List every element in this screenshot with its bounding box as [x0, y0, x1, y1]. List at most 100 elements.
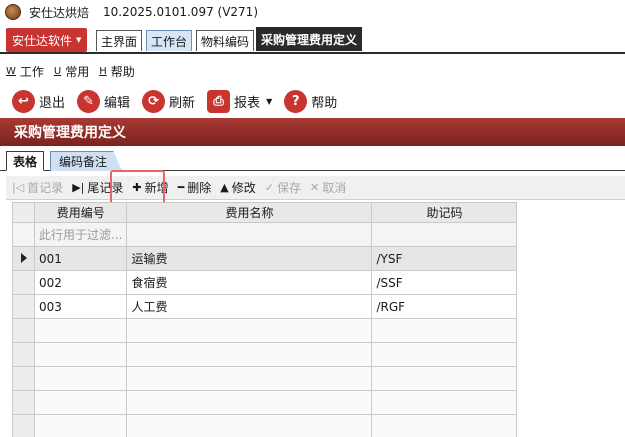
menu-label: 帮助 [110, 64, 135, 79]
empty-cell [126, 342, 373, 367]
app-menu-label: 安仕达软件 [12, 33, 73, 48]
cell-mnemonic[interactable]: /YSF [371, 246, 518, 271]
help-label: 帮助 [311, 95, 338, 111]
tab-purchase-fee-definition[interactable]: 采购管理费用定义 [256, 27, 363, 51]
sub-tab-bar: 表格 编码备注 [0, 149, 625, 171]
row-indicator [12, 366, 35, 391]
row-indicator [12, 390, 35, 415]
fee-grid: 费用编号 费用名称 助记码 此行用于过滤... 001 运输费 /YSF 002… [12, 202, 518, 437]
cell-fee-name[interactable]: 运输费 [126, 246, 373, 271]
chevron-down-icon: ▼ [266, 96, 273, 106]
tab-label: 主界面 [101, 34, 138, 49]
tab-material-code[interactable]: 物料编码 [196, 30, 255, 51]
menu-item-common[interactable]: U 常用 [54, 63, 89, 80]
edit-label: 编辑 [104, 95, 131, 111]
empty-cell [371, 366, 518, 391]
app-menu-button[interactable]: 安仕达软件 ▼ [6, 28, 88, 52]
modify-button[interactable]: ▲ 修改 [220, 179, 255, 196]
empty-cell [126, 318, 373, 343]
delete-label: 删除 [187, 181, 212, 195]
pencil-icon: ✎ [77, 89, 101, 113]
page-title-band: 采购管理费用定义 [0, 118, 625, 146]
exit-button[interactable]: ↩ 退出 [12, 89, 65, 113]
last-record-icon: ▶| [72, 181, 85, 194]
cell-mnemonic[interactable]: /SSF [371, 270, 518, 295]
cell-mnemonic[interactable]: /RGF [371, 294, 518, 319]
main-toolbar: ↩ 退出 ✎ 编辑 ⟳ 刷新 ⎙ 报表 ▼ ? 帮助 [0, 86, 625, 116]
first-record-button[interactable]: |◁ 首记录 [12, 179, 63, 196]
column-header-fee-name[interactable]: 费用名称 [126, 202, 373, 223]
row-indicator [12, 222, 35, 247]
cell-fee-name[interactable]: 食宿费 [126, 270, 373, 295]
menu-key: W [6, 65, 16, 77]
empty-cell [371, 390, 518, 415]
table-row[interactable]: 003 人工费 /RGF [12, 294, 518, 319]
grid-toolbar: |◁ 首记录 ▶| 尾记录 ✚ 新增 ━ 删除 ▲ 修改 ✓ 保存 ✕ 取消 [6, 176, 625, 200]
chevron-down-icon: ▼ [76, 36, 82, 44]
menu-label: 工作 [19, 64, 44, 79]
empty-cell [33, 366, 128, 391]
empty-cell [33, 390, 128, 415]
row-indicator [12, 246, 35, 271]
edit-button[interactable]: ✎ 编辑 [77, 89, 131, 113]
tab-table[interactable]: 表格 [6, 151, 45, 171]
empty-cell [371, 318, 518, 343]
help-button[interactable]: ? 帮助 [284, 89, 338, 113]
empty-row [12, 318, 518, 343]
tab-workbench[interactable]: 工作台 [146, 30, 193, 51]
report-button[interactable]: ⎙ 报表 ▼ [207, 89, 273, 113]
filter-cell-fee-name[interactable] [126, 222, 373, 247]
filter-cell-mnemonic[interactable] [371, 222, 518, 247]
delete-button[interactable]: ━ 删除 [178, 179, 212, 196]
empty-cell [126, 366, 373, 391]
app-logo-icon [5, 4, 21, 20]
save-button[interactable]: ✓ 保存 [265, 179, 301, 196]
row-indicator-header [12, 202, 35, 223]
refresh-label: 刷新 [169, 95, 196, 111]
empty-cell [371, 342, 518, 367]
tab-label: 表格 [13, 154, 38, 169]
printer-icon: ⎙ [207, 89, 231, 113]
cancel-label: 取消 [322, 181, 347, 195]
tab-code-remarks[interactable]: 编码备注 [50, 151, 123, 171]
exit-icon: ↩ [12, 89, 35, 113]
cell-fee-code[interactable]: 003 [33, 294, 128, 319]
empty-row [12, 342, 518, 367]
tab-label: 物料编码 [201, 34, 250, 49]
cancel-button[interactable]: ✕ 取消 [310, 179, 346, 196]
close-icon: ✕ [309, 181, 320, 194]
title-bar: 安仕达烘焙 10.2025.0101.097 (V271) [0, 0, 625, 24]
menu-label: 常用 [65, 64, 90, 79]
modify-label: 修改 [231, 181, 256, 195]
table-row[interactable]: 001 运输费 /YSF [12, 246, 518, 271]
row-indicator [12, 318, 35, 343]
save-label: 保存 [276, 181, 301, 195]
filter-cell-fee-code[interactable]: 此行用于过滤... [33, 222, 128, 247]
refresh-button[interactable]: ⟳ 刷新 [142, 89, 196, 113]
row-indicator [12, 294, 35, 319]
cell-fee-code[interactable]: 002 [33, 270, 128, 295]
row-indicator [12, 414, 35, 437]
cell-fee-code[interactable]: 001 [33, 246, 128, 271]
menu-item-help[interactable]: H 帮助 [99, 63, 135, 80]
minus-icon: ━ [177, 181, 185, 194]
row-indicator [12, 342, 35, 367]
tab-label: 编码备注 [59, 155, 108, 169]
column-header-mnemonic[interactable]: 助记码 [371, 202, 518, 223]
cell-fee-name[interactable]: 人工费 [126, 294, 373, 319]
refresh-icon: ⟳ [142, 89, 166, 113]
menu-item-work[interactable]: W 工作 [6, 63, 44, 80]
first-record-icon: |◁ [12, 181, 25, 194]
window-tab-strip: 安仕达软件 ▼ 主界面 工作台 物料编码 采购管理费用定义 [0, 27, 625, 54]
empty-cell [33, 318, 128, 343]
empty-cell [33, 414, 128, 437]
empty-row [12, 390, 518, 415]
column-header-fee-code[interactable]: 费用编号 [33, 202, 128, 223]
empty-cell [126, 414, 373, 437]
tab-label: 工作台 [151, 34, 188, 49]
tab-main[interactable]: 主界面 [96, 30, 143, 51]
first-record-label: 首记录 [27, 181, 64, 195]
grid-header-row: 费用编号 费用名称 助记码 [12, 202, 518, 223]
report-label: 报表 [234, 95, 261, 111]
table-row[interactable]: 002 食宿费 /SSF [12, 270, 518, 295]
